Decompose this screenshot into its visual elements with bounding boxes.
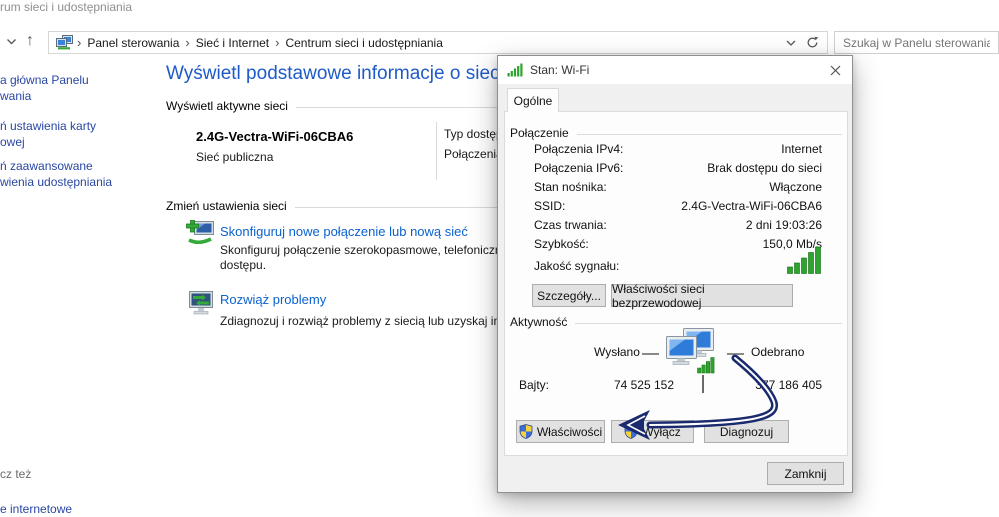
bytes-sent-value: 74 525 152 xyxy=(614,378,674,392)
row-value: Włączone xyxy=(769,180,822,194)
sidebar-item-label: owej xyxy=(0,134,96,150)
properties-button[interactable]: Właściwości xyxy=(516,420,605,443)
network-name: 2.4G-Vectra-WiFi-06CBA6 xyxy=(196,129,353,144)
disable-button[interactable]: Wyłącz xyxy=(611,420,694,443)
uac-shield-icon xyxy=(624,424,638,439)
sidebar-item-change-adapter-settings[interactable]: ń ustawienia karty owej xyxy=(0,118,96,150)
sidebar-item-label: a główna Panelu xyxy=(0,72,89,88)
network-type: Sieć publiczna xyxy=(196,150,273,164)
sidebar-item-label: ń ustawienia karty xyxy=(0,118,96,134)
tab-general[interactable]: Ogólne xyxy=(507,88,559,112)
network-icon xyxy=(56,35,73,50)
disable-button-label: Wyłącz xyxy=(642,425,681,439)
section-label: Wyświetl aktywne sieci xyxy=(166,99,288,113)
dialog-titlebar: Stan: Wi-Fi xyxy=(498,56,852,84)
activity-group-header: Aktywność xyxy=(510,315,842,329)
connection-group-header: Połączenie xyxy=(510,126,842,140)
group-label: Połączenie xyxy=(510,126,569,140)
wireless-properties-button[interactable]: Właściwości sieci bezprzewodowej xyxy=(611,284,793,307)
bytes-received-value: 377 186 405 xyxy=(755,378,822,392)
column-divider xyxy=(436,122,437,180)
breadcrumb-item-panel-sterowania[interactable]: Panel sterowania xyxy=(82,36,184,50)
row-label: Połączenia IPv4: xyxy=(534,142,623,156)
uac-shield-icon xyxy=(519,424,533,439)
row-label: Czas trwania: xyxy=(534,218,607,232)
row-value: Brak dostępu do sieci xyxy=(707,161,822,175)
dialog-title: Stan: Wi-Fi xyxy=(530,63,589,77)
row-label: Szybkość: xyxy=(534,237,589,251)
wifi-signal-icon xyxy=(507,63,523,77)
received-label: Odebrano xyxy=(751,345,804,359)
received-dash xyxy=(727,353,744,355)
new-connection-icon xyxy=(186,220,216,246)
network-sharing-center-window: rum sieci i udostępniania ↑ › Panel ster… xyxy=(0,0,999,517)
close-dialog-button[interactable]: Zamknij xyxy=(767,462,844,485)
row-label: Stan nośnika: xyxy=(534,180,607,194)
signal-quality-label: Jakość sygnału: xyxy=(534,259,619,273)
bytes-label: Bajty: xyxy=(519,378,549,392)
section-label: Zmień ustawienia sieci xyxy=(166,199,287,213)
sidebar-item-internet-options[interactable]: e internetowe xyxy=(0,501,72,517)
sent-label: Wysłano xyxy=(594,345,637,359)
row-value: 2.4G-Vectra-WiFi-06CBA6 xyxy=(681,199,822,213)
details-button[interactable]: Szczegóły... xyxy=(532,284,606,307)
breadcrumb-item-siec-i-internet[interactable]: Sieć i Internet xyxy=(191,36,274,50)
sidebar-item-control-panel-home[interactable]: a główna Panelu wania xyxy=(0,72,89,104)
setup-new-connection-link[interactable]: Skonfiguruj nowe połączenie lub nową sie… xyxy=(220,224,468,239)
see-also-label: cz też xyxy=(0,467,31,481)
row-value: 2 dni 19:03:26 xyxy=(746,218,822,232)
row-label: SSID: xyxy=(534,199,565,213)
bytes-separator xyxy=(702,375,704,393)
up-arrow-icon[interactable]: ↑ xyxy=(26,33,34,49)
diagnose-button[interactable]: Diagnozuj xyxy=(704,420,789,443)
group-label: Aktywność xyxy=(510,315,567,329)
row-value: Internet xyxy=(781,142,822,156)
sidebar-item-label: wienia udostępniania xyxy=(0,174,112,190)
sidebar-item-label: ń zaawansowane xyxy=(0,158,112,174)
row-label: Połączenia IPv6: xyxy=(534,161,623,175)
troubleshoot-link[interactable]: Rozwiąż problemy xyxy=(220,292,326,307)
signal-quality-bars-icon xyxy=(787,246,821,274)
close-icon[interactable] xyxy=(826,61,844,79)
sent-dash xyxy=(642,353,659,355)
sidebar-item-advanced-sharing-settings[interactable]: ń zaawansowane wienia udostępniania xyxy=(0,158,112,190)
computers-activity-icon xyxy=(661,328,719,376)
setup-new-connection-desc: dostępu. xyxy=(220,258,266,272)
troubleshoot-icon xyxy=(186,291,216,315)
properties-button-label: Właściwości xyxy=(537,425,602,439)
address-bar[interactable]: › Panel sterowania › Sieć i Internet › C… xyxy=(48,31,828,54)
refresh-icon[interactable] xyxy=(806,36,819,49)
group-divider xyxy=(575,323,842,324)
history-chevron-icon[interactable] xyxy=(6,38,17,45)
wifi-status-dialog: Stan: Wi-Fi Ogólne Połączenie Połączenia… xyxy=(497,55,853,493)
group-divider xyxy=(577,134,842,135)
sidebar-item-label: wania xyxy=(0,88,89,104)
breadcrumb-item-centrum-sieci[interactable]: Centrum sieci i udostępniania xyxy=(280,36,447,50)
address-dropdown-chevron-icon[interactable] xyxy=(786,40,796,46)
dialog-footer: Zamknij xyxy=(498,454,852,492)
search-input[interactable] xyxy=(834,31,999,54)
window-title: rum sieci i udostępniania xyxy=(0,0,132,14)
